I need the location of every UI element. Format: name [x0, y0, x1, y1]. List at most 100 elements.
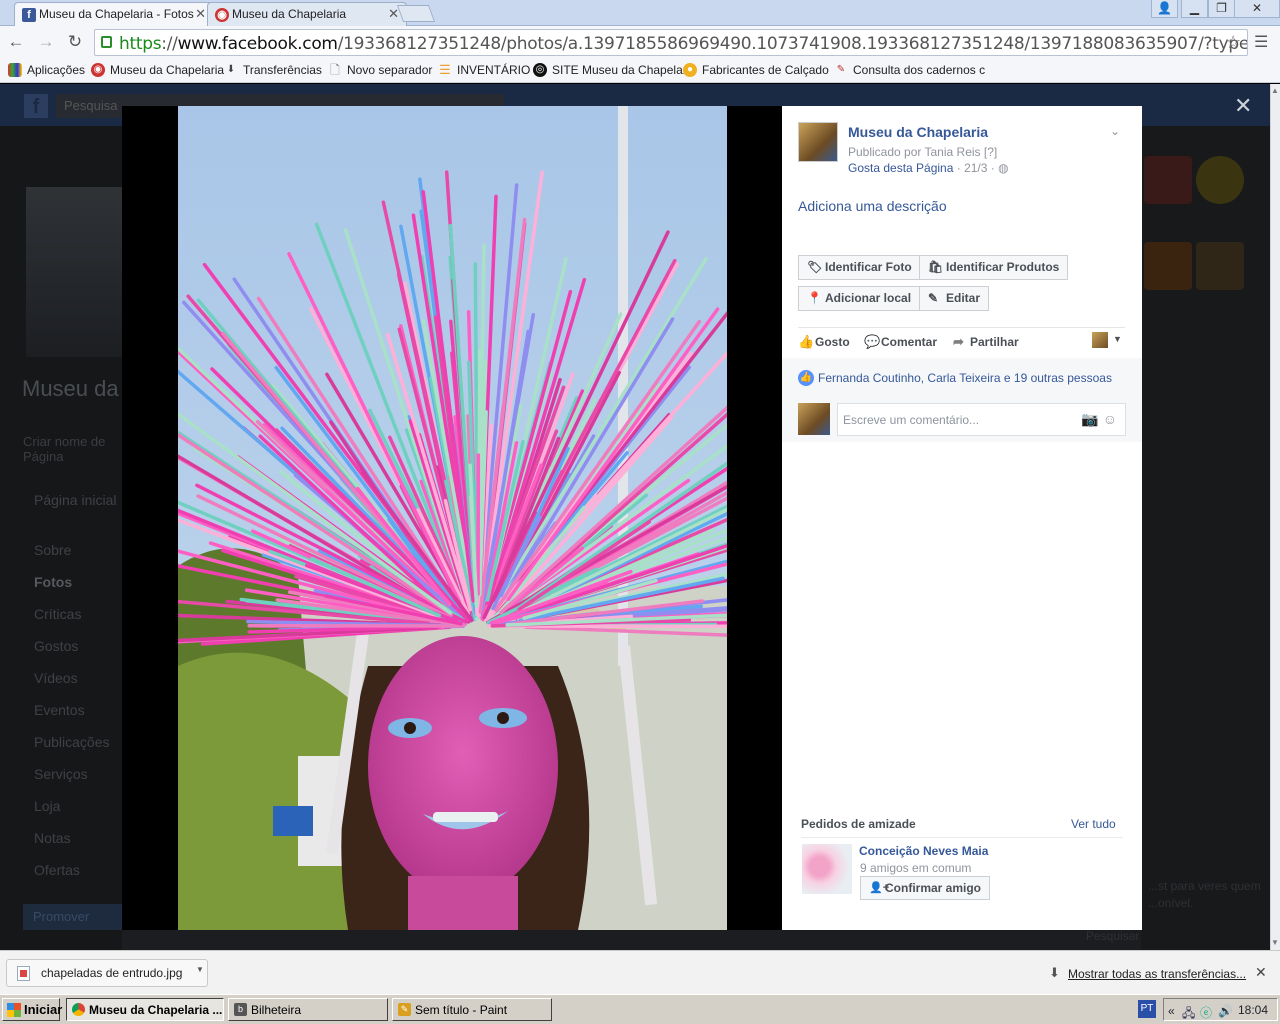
- like-button[interactable]: 👍 Gosto: [798, 334, 850, 349]
- new-tab-button[interactable]: [396, 5, 436, 22]
- minimize-button[interactable]: ▁: [1181, 0, 1208, 18]
- tab-title: Museu da Chapelaria: [232, 7, 347, 21]
- image-file-icon: [17, 966, 30, 981]
- tag-icon: 🏷: [807, 260, 823, 274]
- edit-button[interactable]: ✎ Editar: [919, 286, 990, 311]
- taskbar-item-chrome[interactable]: Museu da Chapelaria ...: [66, 998, 224, 1021]
- browser-toolbar: ← → ↻ https://www.facebook.com/193368127…: [0, 26, 1280, 59]
- scroll-down-arrow-icon[interactable]: ▼: [1271, 938, 1279, 947]
- tab-facebook-photos[interactable]: f Museu da Chapelaria - Fotos ✕: [14, 2, 214, 26]
- smiley-thumbnail[interactable]: [1196, 156, 1244, 204]
- network-icon[interactable]: 🖧: [1182, 1004, 1195, 1024]
- confirm-friend-button[interactable]: 👤+ Confirmar amigo: [860, 876, 991, 900]
- photo-image[interactable]: [178, 106, 727, 930]
- volume-icon[interactable]: 🔊: [1218, 1004, 1233, 1018]
- page-subtitle[interactable]: Criar nome de Página: [23, 434, 123, 464]
- tag-photo-button[interactable]: 🏷 Identificar Foto: [798, 255, 921, 280]
- page-scrollbar[interactable]: [1270, 84, 1280, 950]
- bookmark-label: Aplicações: [27, 63, 86, 77]
- friend-request-avatar[interactable]: [802, 844, 852, 894]
- friend-request-name[interactable]: Conceição Neves Maia: [859, 844, 988, 858]
- sidebar-item-videos[interactable]: Vídeos: [34, 670, 78, 686]
- close-downloads-icon[interactable]: ✕: [1255, 964, 1267, 981]
- start-button[interactable]: Iniciar: [2, 998, 62, 1021]
- game-thumbnail[interactable]: [1196, 242, 1244, 290]
- sidebar-item-events[interactable]: Eventos: [34, 702, 85, 718]
- download-icon: ⬇: [1049, 965, 1060, 980]
- download-item[interactable]: chapeladas de entrudo.jpg: [6, 959, 208, 987]
- restore-button[interactable]: ❐: [1208, 0, 1235, 18]
- bookmark-label: Consulta dos cadernos c: [853, 63, 986, 77]
- emoji-icon[interactable]: ☺: [1103, 411, 1117, 427]
- user-icon[interactable]: 👤: [1151, 0, 1178, 18]
- caret-down-icon[interactable]: ▼: [1113, 334, 1122, 344]
- taskbar-label: Museu da Chapelaria ...: [89, 1003, 223, 1017]
- tab-museu[interactable]: ◉ Museu da Chapelaria ✕: [207, 2, 407, 26]
- sidebar-item-photos[interactable]: Fotos: [34, 574, 72, 590]
- bookmark-fabricantes[interactable]: ● Fabricantes de Calçado: [683, 63, 829, 77]
- apps-grid-icon: [8, 63, 22, 77]
- bookmark-novo-separador[interactable]: 🗋 Novo separador: [328, 63, 432, 77]
- game-thumbnail[interactable]: [1144, 156, 1192, 204]
- bookmark-consulta[interactable]: ✎ Consulta dos cadernos c: [834, 63, 985, 77]
- comment-button[interactable]: 💬 Comentar: [864, 334, 937, 349]
- comment-input[interactable]: Escreve um comentário... 📷 ☺: [837, 403, 1126, 436]
- close-theater-icon[interactable]: ✕: [1234, 93, 1252, 119]
- forward-arrow-icon[interactable]: →: [35, 31, 57, 53]
- page-name-link[interactable]: Museu da Chapelaria: [848, 124, 988, 140]
- game-thumbnail[interactable]: [1144, 242, 1192, 290]
- back-arrow-icon[interactable]: ←: [5, 31, 27, 53]
- download-menu-caret-icon[interactable]: ▼: [196, 965, 204, 974]
- show-all-downloads-link[interactable]: Mostrar todas as transferências...: [1068, 967, 1246, 981]
- sidebar-item-services[interactable]: Serviços: [34, 766, 88, 782]
- share-button[interactable]: ➦ Partilhar: [953, 334, 1019, 349]
- ie-icon[interactable]: ⓔ: [1200, 1004, 1212, 1021]
- chevron-down-icon[interactable]: ⌄: [1110, 124, 1120, 138]
- close-window-button[interactable]: ✕: [1234, 0, 1280, 18]
- address-bar[interactable]: https://www.facebook.com/193368127351248…: [94, 29, 1248, 56]
- bookmarks-bar: Aplicações ◉ Museu da Chapelaria ⬇ Transfe…: [0, 59, 1280, 83]
- bookmark-museu[interactable]: ◉ Museu da Chapelaria: [91, 63, 224, 77]
- taskbar-item-paint[interactable]: ✎ Sem título - Paint: [392, 998, 552, 1021]
- scroll-up-arrow-icon[interactable]: ▲: [1271, 86, 1279, 95]
- tray-expand-icon[interactable]: «: [1168, 1004, 1175, 1018]
- globe-icon[interactable]: ◍: [998, 161, 1008, 175]
- camera-icon[interactable]: 📷: [1081, 411, 1098, 427]
- add-friend-icon: 👤+: [869, 882, 890, 894]
- tag-products-button[interactable]: 🛍 Identificar Produtos: [919, 255, 1069, 280]
- commenter-avatar: [798, 403, 830, 435]
- promote-button[interactable]: Promover: [23, 904, 133, 930]
- reload-icon[interactable]: ↻: [64, 31, 86, 53]
- close-tab-icon[interactable]: ✕: [195, 6, 206, 22]
- like-page-link[interactable]: Gosta desta Página: [848, 161, 953, 175]
- sidebar-item-notes[interactable]: Notas: [34, 830, 71, 846]
- system-tray: « 🖧 ⓔ 🔊 18:04: [1163, 998, 1278, 1021]
- menu-icon[interactable]: ☰: [1254, 32, 1268, 52]
- taskbar-item-bilheteira[interactable]: b Bilheteira: [228, 998, 388, 1021]
- clock[interactable]: 18:04: [1238, 1003, 1268, 1017]
- add-location-button[interactable]: 📍 Adicionar local: [798, 286, 921, 311]
- photo-info-panel: Museu da Chapelaria ⌄ Publicado por Tani…: [782, 106, 1142, 930]
- bookmark-site-museu[interactable]: ◎ SITE Museu da Chapelar: [533, 63, 687, 77]
- sidebar-item-reviews[interactable]: Críticas: [34, 606, 81, 622]
- likes-summary[interactable]: Fernanda Coutinho, Carla Teixeira e 19 o…: [818, 371, 1112, 385]
- actor-selector-avatar[interactable]: [1092, 332, 1108, 348]
- sidebar-item-home[interactable]: Página inicial: [34, 492, 117, 508]
- bookmark-aplicacoes[interactable]: Aplicações: [8, 63, 85, 77]
- page-avatar[interactable]: [798, 122, 838, 162]
- bookmark-label: Transferências: [243, 63, 322, 77]
- sidebar-item-likes[interactable]: Gostos: [34, 638, 78, 654]
- sidebar-item-posts[interactable]: Publicações: [34, 734, 110, 750]
- divider: [798, 327, 1125, 328]
- mutual-friends[interactable]: 9 amigos em comum: [860, 861, 971, 875]
- sidebar-item-shop[interactable]: Loja: [34, 798, 60, 814]
- add-description-link[interactable]: Adiciona uma descrição: [798, 198, 947, 214]
- chat-search[interactable]: Pesquisar: [1086, 929, 1139, 943]
- language-indicator[interactable]: PT: [1138, 1000, 1156, 1018]
- bookmark-transferencias[interactable]: ⬇ Transferências: [224, 63, 322, 77]
- sidebar-item-offers[interactable]: Ofertas: [34, 862, 80, 878]
- sidebar-item-about[interactable]: Sobre: [34, 542, 71, 558]
- bookmark-star-icon[interactable]: ☆: [1225, 32, 1241, 53]
- bookmark-inventario[interactable]: ☰ INVENTÁRIO: [438, 63, 530, 78]
- see-all-link[interactable]: Ver tudo: [1071, 817, 1116, 831]
